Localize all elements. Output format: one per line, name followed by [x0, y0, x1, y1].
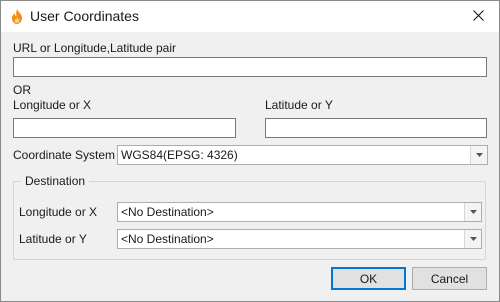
destination-longitude-select[interactable]: <No Destination> [117, 202, 482, 222]
longitude-input[interactable] [13, 118, 236, 138]
destination-latitude-select[interactable]: <No Destination> [117, 229, 482, 249]
destination-latitude-value: <No Destination> [121, 232, 214, 246]
user-coordinates-dialog: User Coordinates URL or Longitude,Latitu… [0, 0, 500, 302]
dropdown-arrow-button[interactable] [464, 230, 481, 248]
cancel-button[interactable]: Cancel [412, 267, 487, 290]
close-icon [472, 9, 484, 24]
dropdown-arrow-button[interactable] [470, 146, 487, 164]
destination-longitude-value: <No Destination> [121, 205, 214, 219]
coordinate-system-value: WGS84(EPSG: 4326) [121, 148, 238, 162]
or-label: OR [13, 83, 31, 97]
chevron-down-icon [469, 237, 477, 241]
longitude-label: Longitude or X [13, 98, 92, 112]
latitude-input[interactable] [265, 118, 487, 138]
latitude-label: Latitude or Y [265, 98, 333, 112]
dropdown-arrow-button[interactable] [464, 203, 481, 221]
ok-button[interactable]: OK [331, 267, 406, 290]
url-input[interactable] [13, 57, 487, 77]
coordinate-system-select[interactable]: WGS84(EPSG: 4326) [117, 145, 488, 165]
chevron-down-icon [475, 153, 483, 157]
flame-icon [11, 9, 23, 24]
chevron-down-icon [469, 210, 477, 214]
dialog-title: User Coordinates [30, 8, 139, 24]
destination-legend: Destination [21, 174, 90, 188]
url-label: URL or Longitude,Latitude pair [13, 41, 176, 55]
coordinate-system-label: Coordinate System [13, 148, 116, 162]
title-bar: User Coordinates [1, 1, 499, 32]
close-button[interactable] [463, 3, 493, 30]
destination-longitude-label: Longitude or X [19, 205, 98, 219]
destination-latitude-label: Latitude or Y [19, 232, 87, 246]
